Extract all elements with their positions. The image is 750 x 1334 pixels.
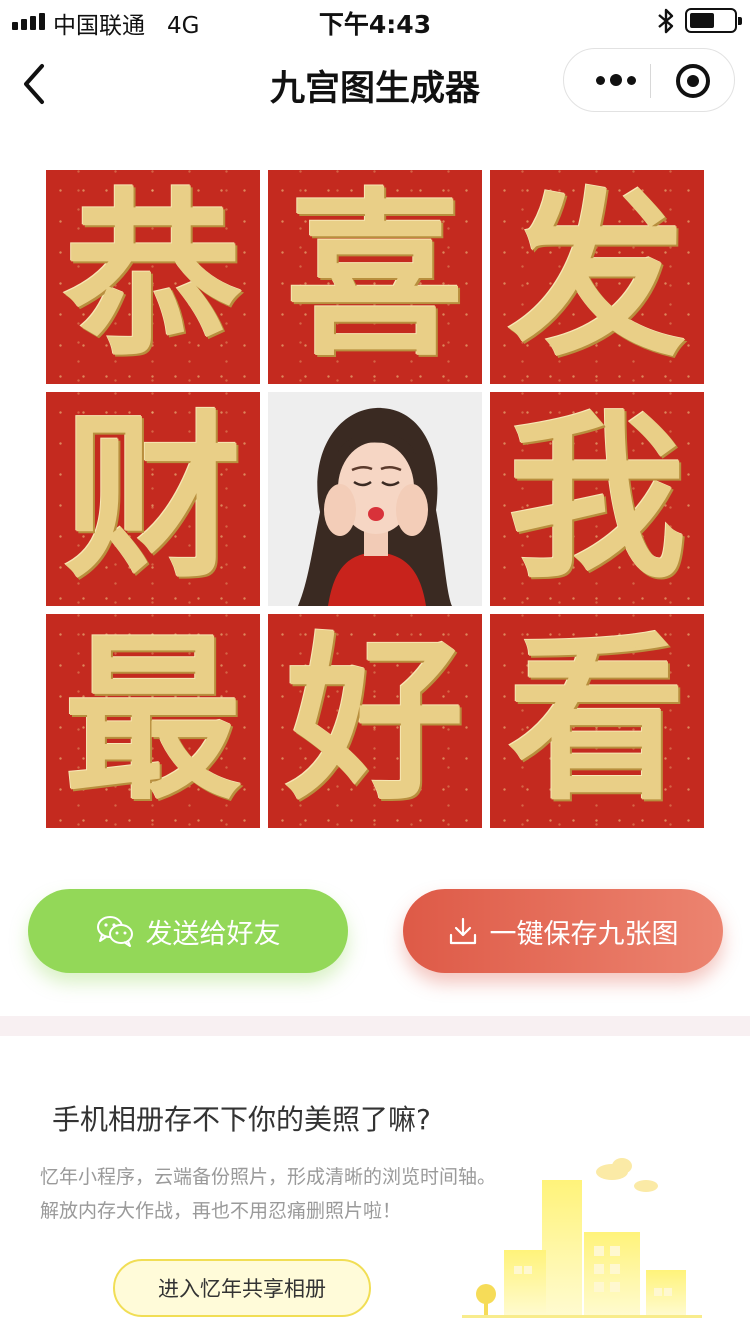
grid-tile[interactable]: 财 [46, 392, 260, 606]
tile-char: 我 [508, 395, 686, 602]
tile-char: 看 [508, 617, 686, 824]
status-time: 下午4:43 [318, 10, 432, 39]
bluetooth-icon [658, 8, 674, 34]
send-to-friend-button[interactable]: 发送给好友 [28, 889, 348, 973]
status-bar: 中国联通 4G 下午4:43 [0, 0, 750, 40]
more-dots-icon[interactable] [586, 49, 646, 111]
nine-grid: 恭 喜 发 财 我 最 好 看 [46, 170, 704, 828]
enter-shared-album-button[interactable]: 进入忆年共享相册 [113, 1259, 371, 1317]
battery-icon [685, 8, 742, 33]
nav-bar: 九宫图生成器 [0, 40, 750, 128]
city-illustration [462, 1158, 702, 1318]
tile-char: 最 [64, 617, 242, 824]
mini-program-capsule [563, 48, 735, 112]
save-nine-images-button[interactable]: 一键保存九张图 [403, 889, 723, 973]
tile-char: 好 [286, 617, 464, 824]
tile-char: 发 [508, 173, 686, 380]
grid-tile[interactable]: 看 [490, 614, 704, 828]
portrait-image [268, 392, 482, 606]
grid-tile[interactable]: 我 [490, 392, 704, 606]
save-nine-images-label: 一键保存九张图 [489, 918, 679, 950]
section-divider [0, 1016, 750, 1036]
grid-tile[interactable]: 喜 [268, 170, 482, 384]
tile-char: 财 [64, 395, 242, 602]
capsule-divider [650, 64, 651, 98]
grid-tile[interactable]: 最 [46, 614, 260, 828]
download-icon [449, 917, 476, 945]
wechat-icon [96, 916, 133, 947]
tile-char: 喜 [286, 173, 464, 380]
grid-tile[interactable]: 好 [268, 614, 482, 828]
send-to-friend-label: 发送给好友 [145, 918, 281, 950]
promo-title: 手机相册存不下你的美照了嘛? [52, 1103, 431, 1136]
grid-tile[interactable]: 发 [490, 170, 704, 384]
tile-char: 恭 [64, 173, 242, 380]
center-photo[interactable] [268, 392, 482, 606]
target-circle-icon[interactable] [676, 64, 710, 98]
grid-tile[interactable]: 恭 [46, 170, 260, 384]
